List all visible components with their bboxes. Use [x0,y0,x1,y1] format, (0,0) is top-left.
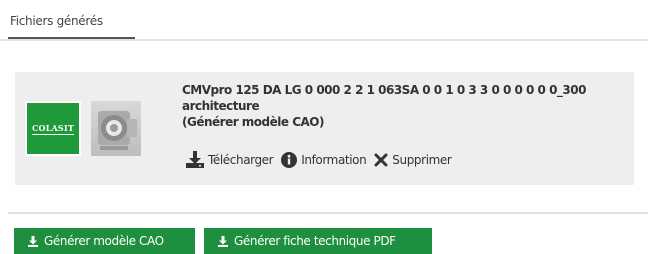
delete-label: Supprimer [392,152,452,167]
tab-label: Fichiers générés [10,14,103,28]
download-icon [186,151,204,168]
close-icon [374,153,388,166]
file-card: COLASIT CMVpro 125 DA LG 0 000 2 2 1 063… [15,72,634,185]
file-title-line: architecture [182,99,260,113]
section-divider [8,212,648,214]
information-label: Information [301,152,367,167]
generate-cad-button[interactable]: Générer modèle CAO [14,228,195,254]
information-link[interactable]: Information [281,151,367,168]
file-actions: Télécharger Information Supprimer [186,151,459,168]
delete-link[interactable]: Supprimer [374,152,452,167]
file-title-line: CMVpro 125 DA LG 0 000 2 2 1 063SA 0 0 1… [182,83,586,97]
brand-logo-text: COLASIT [31,122,75,135]
product-thumbnail [91,101,141,156]
generate-cad-label: Générer modèle CAO [44,234,164,248]
file-title: CMVpro 125 DA LG 0 000 2 2 1 063SA 0 0 1… [182,82,622,130]
download-link[interactable]: Télécharger [186,151,274,168]
generate-pdf-button[interactable]: Générer fiche technique PDF [204,228,432,254]
generate-pdf-label: Générer fiche technique PDF [234,234,396,248]
download-icon [218,235,228,247]
tab-generated-files[interactable]: Fichiers générés [8,10,135,40]
tab-divider [0,39,648,41]
download-icon [28,235,38,247]
brand-logo: COLASIT [25,101,81,156]
file-title-line: (Générer modèle CAO) [182,115,325,129]
info-icon [281,151,298,168]
download-label: Télécharger [208,152,274,167]
